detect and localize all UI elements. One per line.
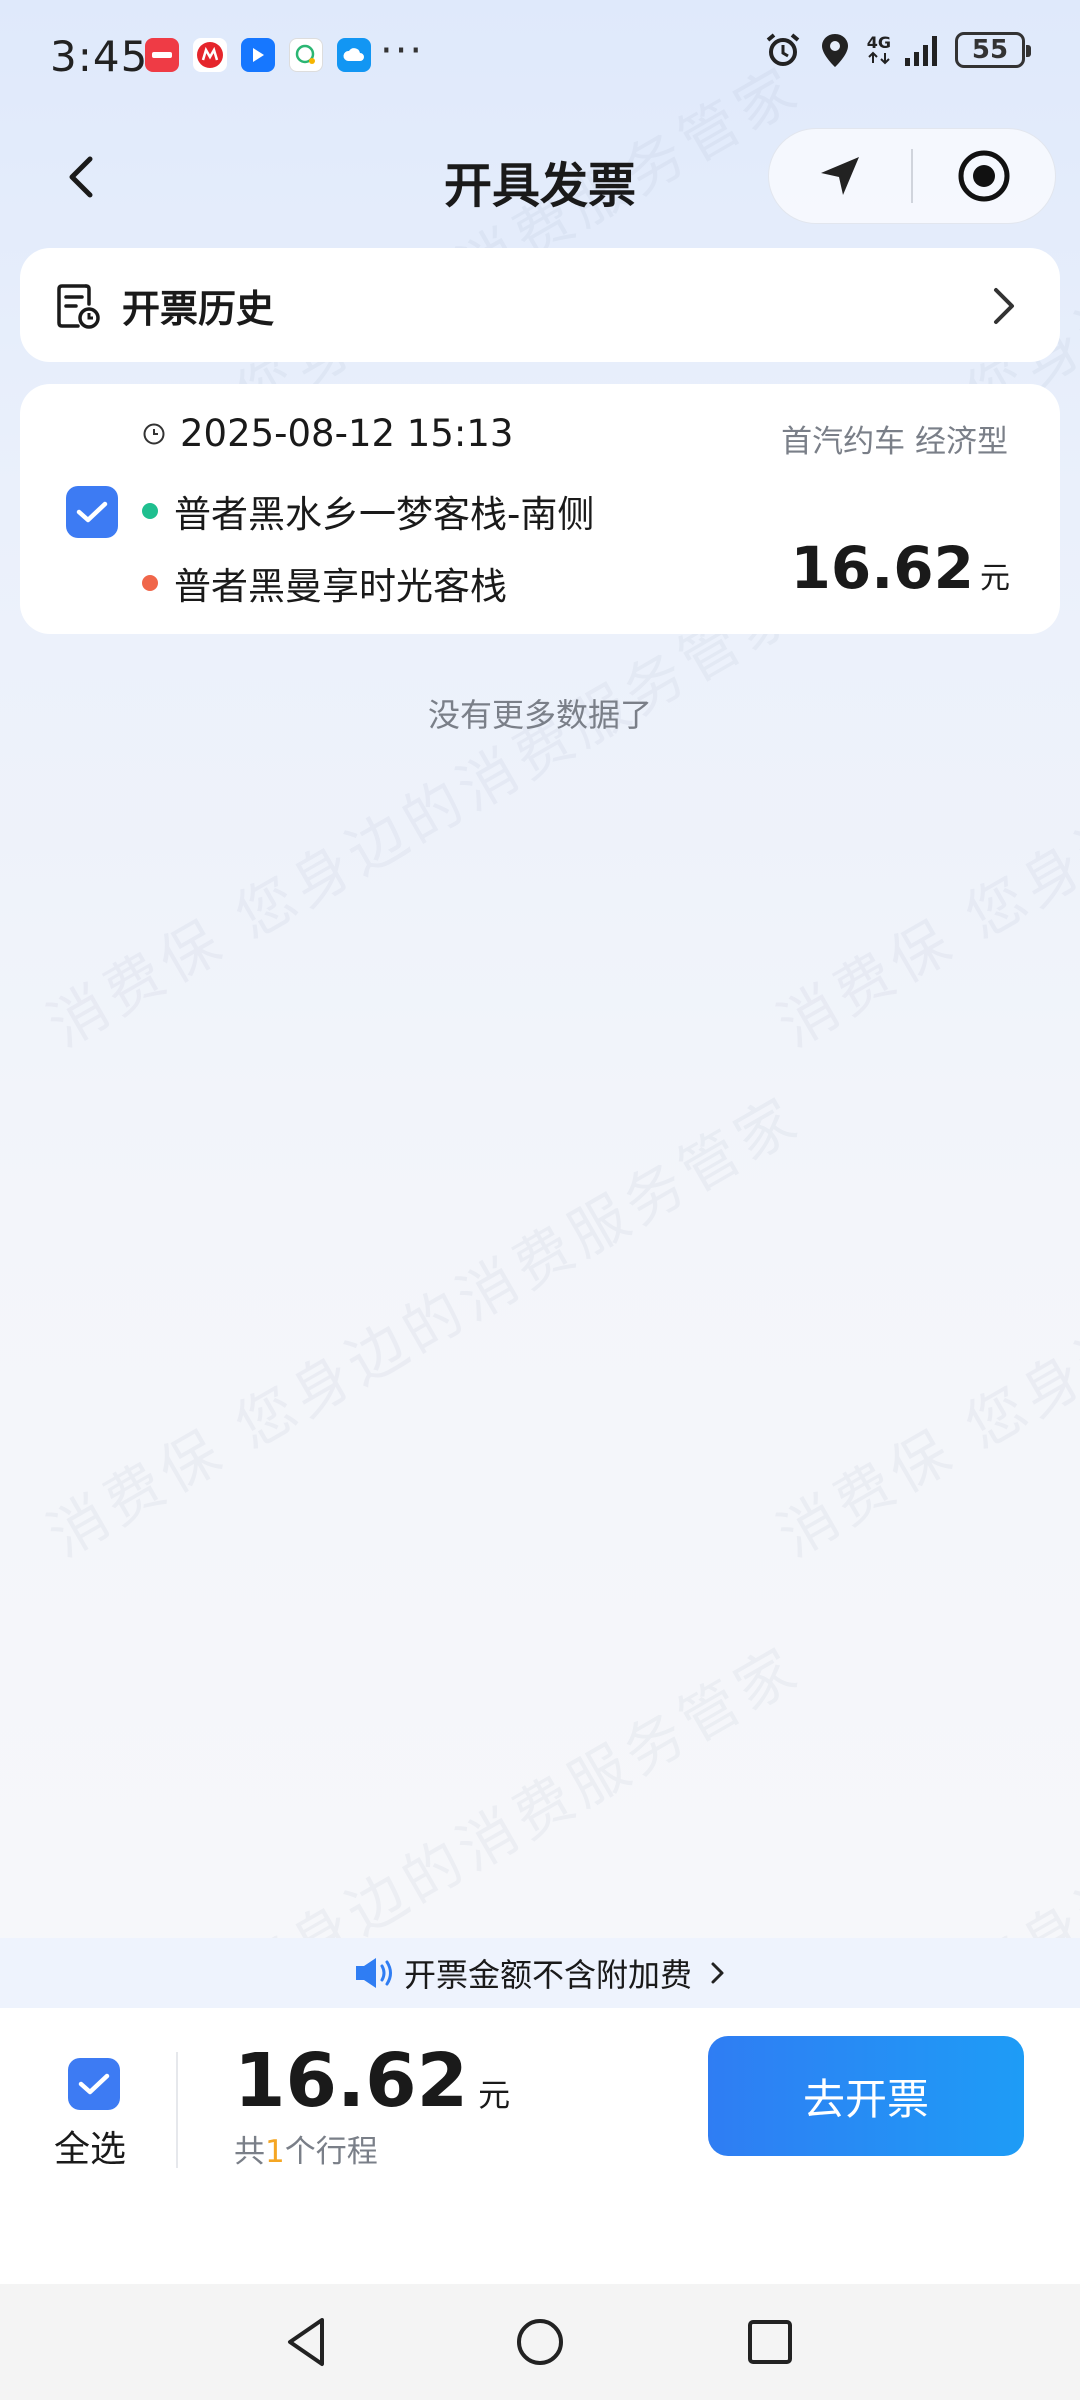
cmb-bank-icon bbox=[193, 38, 227, 72]
chevron-right-icon bbox=[994, 288, 1014, 324]
trip-count-prefix: 共 bbox=[234, 2134, 265, 2170]
mini-program-capsule bbox=[768, 128, 1056, 224]
system-status: 4G 55 bbox=[763, 30, 1031, 70]
trip-count-number: 1 bbox=[265, 2134, 285, 2170]
start-dot-icon bbox=[142, 503, 158, 519]
surcharge-notice[interactable]: 开票金额不含附加费 bbox=[0, 1938, 1080, 2008]
checkmark-icon bbox=[76, 501, 108, 523]
trip-end-row: 普者黑曼享时光客栈 bbox=[142, 556, 507, 610]
select-all-label[interactable]: 全选 bbox=[54, 2120, 126, 2172]
invoice-history-label: 开票历史 bbox=[122, 287, 275, 331]
android-nav-bar bbox=[0, 2284, 1080, 2400]
trip-count-suffix: 个行程 bbox=[284, 2134, 378, 2170]
signal-icon bbox=[905, 36, 937, 66]
total-amount-value: 16.62 bbox=[234, 2038, 469, 2124]
location-share-button[interactable] bbox=[769, 128, 911, 224]
network-label: 4G bbox=[866, 33, 891, 52]
bottom-divider bbox=[176, 2052, 178, 2168]
trip-checkbox[interactable] bbox=[66, 486, 118, 538]
trip-time: 2025-08-12 15:13 bbox=[180, 412, 514, 455]
trip-service-type: 首汽约车 经济型 bbox=[781, 424, 1008, 460]
nav-home-icon[interactable] bbox=[510, 2312, 570, 2372]
cloud-icon bbox=[337, 38, 371, 72]
watermark: 消费保 您身边的消费服务管家 bbox=[36, 573, 813, 1061]
select-all-checkbox[interactable] bbox=[68, 2058, 120, 2110]
trip-price-unit: 元 bbox=[980, 561, 1010, 596]
status-time: 3:45 bbox=[50, 32, 149, 81]
checkmark-icon bbox=[78, 2073, 110, 2095]
location-icon bbox=[821, 34, 848, 67]
status-bar: 3:45 ··· 4G 55 bbox=[0, 0, 1080, 115]
huawei-icon bbox=[145, 38, 179, 72]
invoice-history-icon bbox=[57, 284, 100, 329]
network-indicator: 4G bbox=[867, 35, 891, 65]
speaker-icon bbox=[355, 1958, 392, 1988]
alarm-icon bbox=[766, 33, 800, 66]
chevron-right-icon bbox=[711, 1962, 724, 1984]
chat-icon bbox=[289, 38, 323, 72]
trip-end: 普者黑曼享时光客栈 bbox=[174, 565, 507, 608]
issue-invoice-button[interactable]: 去开票 bbox=[708, 2036, 1024, 2156]
nav-recents-icon[interactable] bbox=[740, 2312, 800, 2372]
nav-bar: 开具发票 bbox=[0, 120, 1080, 230]
close-mini-program-button[interactable] bbox=[913, 128, 1055, 224]
trip-price-value: 16.62 bbox=[790, 534, 974, 602]
list-end-text: 没有更多数据了 bbox=[427, 696, 652, 734]
trip-start: 普者黑水乡一梦客栈-南侧 bbox=[174, 493, 595, 536]
invoice-history-row[interactable]: 开票历史 bbox=[20, 248, 1060, 362]
trip-time-row: 2025-08-12 15:13 bbox=[142, 412, 513, 455]
checkout-bar: 全选 16.62 元 共1个行程 去开票 bbox=[0, 2008, 1080, 2284]
trip-start-row: 普者黑水乡一梦客栈-南侧 bbox=[142, 484, 594, 538]
watermark: 消费保 您身边的消费服务管家 bbox=[766, 1083, 1080, 1571]
map-icon bbox=[241, 38, 275, 72]
total-amount-unit: 元 bbox=[478, 2076, 511, 2114]
total-amount: 16.62 元 bbox=[234, 2038, 510, 2124]
target-icon bbox=[958, 150, 1010, 202]
trip-price: 16.62 元 bbox=[791, 534, 1010, 602]
end-dot-icon bbox=[142, 575, 158, 591]
trip-card[interactable]: 2025-08-12 15:13 首汽约车 经济型 普者黑水乡一梦客栈-南侧 普… bbox=[20, 384, 1060, 634]
nav-back-icon[interactable] bbox=[278, 2312, 338, 2372]
navigation-arrow-icon bbox=[821, 157, 859, 195]
surcharge-notice-text: 开票金额不含附加费 bbox=[403, 1956, 692, 1994]
data-arrows-icon bbox=[868, 51, 890, 65]
notification-icons bbox=[145, 38, 371, 72]
watermark: 消费保 您身边的消费服务管家 bbox=[36, 1083, 813, 1571]
battery-indicator: 55 bbox=[955, 32, 1031, 68]
watermark: 消费保 您身边的消费服务管家 bbox=[766, 573, 1080, 1061]
clock-icon bbox=[143, 423, 165, 444]
more-notifications: ··· bbox=[380, 28, 425, 74]
trip-count: 共1个行程 bbox=[234, 2126, 378, 2171]
